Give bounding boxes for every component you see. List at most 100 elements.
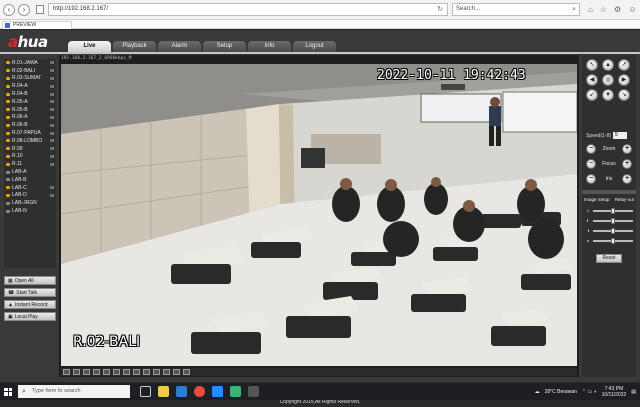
ptz-up-left-icon[interactable]: ↖ bbox=[586, 59, 598, 71]
iris-minus-icon[interactable]: − bbox=[586, 174, 596, 184]
channel-stream-badge[interactable]: M bbox=[50, 115, 54, 120]
channel-stream-badge[interactable]: M bbox=[50, 99, 54, 104]
channel-item[interactable]: R.09 M bbox=[4, 145, 56, 153]
layout-4-icon[interactable] bbox=[73, 369, 80, 375]
zoom-digital-icon[interactable] bbox=[143, 369, 150, 375]
channel-item[interactable]: LAB-N bbox=[4, 207, 56, 215]
channel-stream-badge[interactable]: M bbox=[50, 138, 54, 143]
zoom-out-icon[interactable]: − bbox=[586, 144, 596, 154]
image-setup-tab[interactable]: Image Setup bbox=[584, 197, 610, 202]
tray-icons[interactable]: ⌃ ▭ ◖ bbox=[582, 389, 597, 395]
slider-knob[interactable] bbox=[611, 207, 615, 214]
channel-stream-badge[interactable]: M bbox=[50, 84, 54, 89]
channel-item[interactable]: R.04-B M bbox=[4, 90, 56, 98]
channel-item[interactable]: R.08-LOMBO M bbox=[4, 137, 56, 145]
live-video-feed[interactable]: 2022-10-11 19:42:43 R.02-BALI bbox=[61, 64, 577, 366]
app-icon[interactable] bbox=[248, 386, 259, 397]
notifications-icon[interactable]: ▤ bbox=[631, 389, 636, 395]
channel-stream-badge[interactable]: M bbox=[50, 76, 54, 81]
channel-item[interactable]: R.04-A M bbox=[4, 82, 56, 90]
channel-item[interactable]: R.06-B M bbox=[4, 121, 56, 129]
channel-item[interactable]: LAB-B bbox=[4, 176, 56, 184]
favorites-icon[interactable]: ☆ bbox=[600, 5, 607, 14]
channel-stream-badge[interactable]: M bbox=[50, 131, 54, 136]
layout-1-icon[interactable] bbox=[63, 369, 70, 375]
internet-explorer-icon[interactable] bbox=[212, 386, 223, 397]
channel-stream-badge[interactable]: M bbox=[50, 107, 54, 112]
channel-stream-badge[interactable]: M bbox=[50, 146, 54, 151]
tab-live[interactable]: Live bbox=[68, 41, 111, 52]
channel-item[interactable]: R.01-JAWA M bbox=[4, 59, 56, 67]
channel-item[interactable]: R.05-B M bbox=[4, 106, 56, 114]
slider-track[interactable] bbox=[593, 207, 633, 214]
forward-icon[interactable]: › bbox=[18, 3, 30, 16]
channel-item[interactable]: LAB-C M bbox=[4, 184, 56, 192]
slider-track[interactable] bbox=[593, 237, 633, 244]
channel-item[interactable]: R.03-SUMAT M bbox=[4, 75, 56, 83]
browser-search-input[interactable]: Search... ⌕ bbox=[452, 3, 580, 16]
channel-item[interactable]: R.05-A M bbox=[4, 98, 56, 106]
ptz-center-icon[interactable]: ◎ bbox=[602, 74, 614, 86]
channel-stream-badge[interactable]: M bbox=[50, 193, 54, 198]
channel-item[interactable]: R.02-BALI M bbox=[4, 67, 56, 75]
channel-item[interactable]: LAB-D M bbox=[4, 192, 56, 200]
ptz-up-right-icon[interactable]: ↗ bbox=[618, 59, 630, 71]
snapshot-icon[interactable] bbox=[113, 369, 120, 375]
mail-icon[interactable] bbox=[176, 386, 187, 397]
tab-info[interactable]: Info bbox=[248, 41, 291, 52]
relay-out-tab[interactable]: Relay-out bbox=[615, 197, 634, 202]
slider-knob[interactable] bbox=[611, 217, 615, 224]
channel-stream-badge[interactable]: M bbox=[50, 185, 54, 190]
stream-sub-icon[interactable] bbox=[163, 369, 170, 375]
taskbar-search-input[interactable]: ⌕ Type here to search bbox=[18, 385, 130, 398]
close-all-icon[interactable] bbox=[183, 369, 190, 375]
iris-plus-icon[interactable]: + bbox=[621, 174, 632, 184]
address-bar[interactable]: http://192.168.2.167/ ↻ bbox=[48, 3, 448, 16]
start-button[interactable] bbox=[0, 383, 16, 400]
ptz-collapse-handle[interactable] bbox=[582, 190, 636, 194]
smiley-icon[interactable]: ☺ bbox=[628, 5, 636, 14]
channel-item[interactable]: LAB-JRGN bbox=[4, 199, 56, 207]
record-clip-icon[interactable] bbox=[123, 369, 130, 375]
ptz-up-icon[interactable]: ▲ bbox=[602, 59, 614, 71]
slider-knob[interactable] bbox=[611, 227, 615, 234]
channel-stream-badge[interactable]: M bbox=[50, 68, 54, 73]
tab-playback[interactable]: Playback bbox=[113, 41, 156, 52]
reset-button[interactable]: Reset bbox=[596, 254, 622, 263]
slider-knob[interactable] bbox=[611, 237, 615, 244]
ptz-down-left-icon[interactable]: ↙ bbox=[586, 89, 598, 101]
focus-minus-icon[interactable]: − bbox=[586, 159, 596, 169]
channel-item[interactable]: R.06-A M bbox=[4, 114, 56, 122]
layout-9-icon[interactable] bbox=[83, 369, 90, 375]
speed-select[interactable]: 5 bbox=[613, 132, 628, 139]
channel-item[interactable]: LAB-A bbox=[4, 168, 56, 176]
file-explorer-icon[interactable] bbox=[158, 386, 169, 397]
tab-setup[interactable]: Setup bbox=[203, 41, 246, 52]
channel-item[interactable]: R.11 M bbox=[4, 160, 56, 168]
ptz-down-icon[interactable]: ▼ bbox=[602, 89, 614, 101]
chrome-icon[interactable] bbox=[194, 386, 205, 397]
focus-plus-icon[interactable]: + bbox=[622, 159, 632, 169]
start-talk-button[interactable]: ☎ Start Talk bbox=[4, 288, 56, 297]
slider-track[interactable] bbox=[593, 227, 633, 234]
browser-tab[interactable]: PREVIEW bbox=[2, 21, 72, 29]
tab-logout[interactable]: Logout bbox=[293, 41, 336, 52]
ptz-left-icon[interactable]: ◀ bbox=[586, 74, 598, 86]
channel-stream-badge[interactable]: M bbox=[50, 92, 54, 97]
clock[interactable]: 7:43 PM 10/11/2022 bbox=[602, 386, 627, 398]
ratio-icon[interactable] bbox=[173, 369, 180, 375]
channel-stream-badge[interactable]: M bbox=[50, 154, 54, 159]
instant-record-button[interactable]: ▲ Instant Record bbox=[4, 300, 56, 309]
slider-track[interactable] bbox=[593, 217, 633, 224]
excel-icon[interactable] bbox=[230, 386, 241, 397]
ptz-right-icon[interactable]: ▶ bbox=[618, 74, 630, 86]
local-play-button[interactable]: ▣ Local Play bbox=[4, 312, 56, 321]
ptz-down-right-icon[interactable]: ↘ bbox=[618, 89, 630, 101]
channel-stream-badge[interactable]: M bbox=[50, 123, 54, 128]
audio-icon[interactable] bbox=[133, 369, 140, 375]
channel-stream-badge[interactable]: M bbox=[50, 162, 54, 167]
settings-icon[interactable]: ⚙ bbox=[614, 5, 621, 14]
reload-icon[interactable]: ↻ bbox=[437, 4, 443, 15]
zoom-in-icon[interactable]: + bbox=[622, 144, 632, 154]
task-view-icon[interactable] bbox=[140, 386, 151, 397]
